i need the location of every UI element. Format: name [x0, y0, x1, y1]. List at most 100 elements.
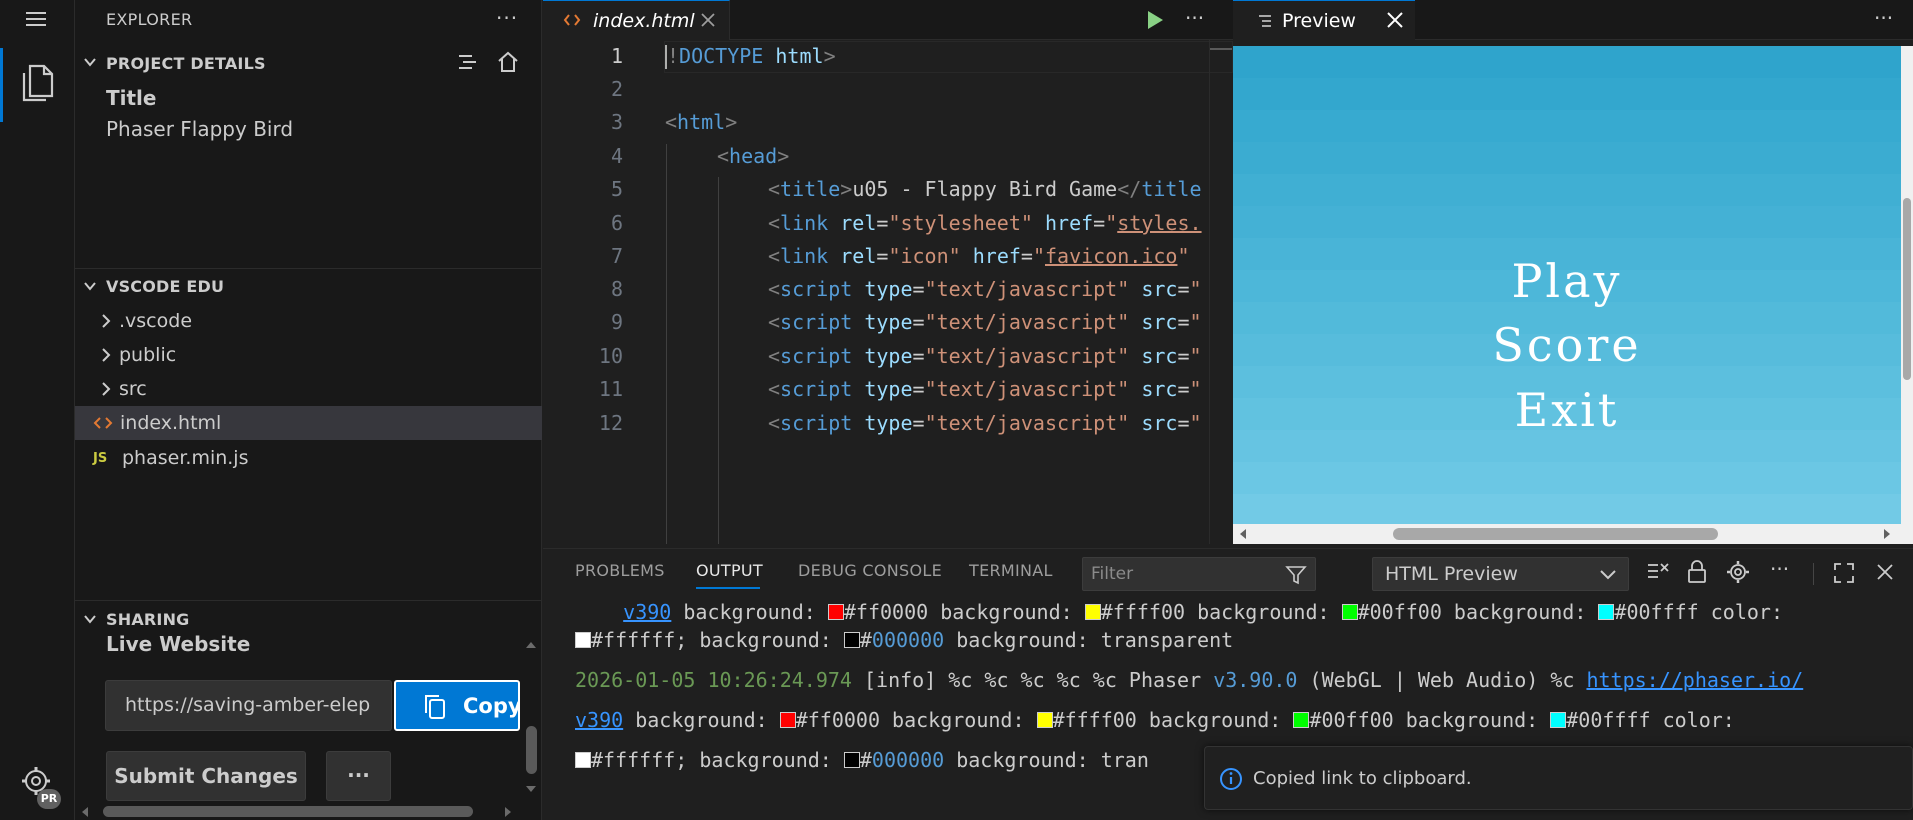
vscode-edu-heading[interactable]: VSCODE EDU	[106, 277, 224, 296]
account-badge[interactable]: PR	[37, 789, 61, 809]
preview-vscrollbar-thumb[interactable]	[1903, 198, 1911, 380]
tree-item-index-html[interactable]: index.html	[75, 406, 542, 440]
chevron-right-icon	[99, 381, 113, 397]
sidebar-hscrollbar-thumb[interactable]	[103, 806, 473, 817]
line-number: 9	[610, 310, 623, 334]
submit-changes-button[interactable]: Submit Changes	[106, 751, 306, 801]
line-number: 1	[610, 44, 623, 68]
tab-close-icon[interactable]	[1386, 11, 1404, 29]
game-canvas[interactable]: Play Score Exit	[1233, 46, 1901, 524]
section-divider	[75, 268, 542, 269]
maximize-panel-icon[interactable]	[1833, 562, 1855, 584]
sidebar-scroll-left-icon[interactable]	[80, 806, 90, 818]
copy-icon	[423, 693, 447, 721]
sidebar-scrollbar-thumb[interactable]	[526, 726, 537, 774]
home-icon[interactable]	[496, 50, 520, 74]
filter-input[interactable]: Filter	[1082, 557, 1316, 591]
preview-scroll-right-icon[interactable]	[1882, 528, 1892, 540]
phaser-link[interactable]: https://phaser.io/	[1586, 668, 1803, 692]
menu-icon[interactable]	[24, 9, 48, 29]
sharing-more-button[interactable]: ···	[326, 751, 391, 801]
sky-stripe	[1233, 46, 1901, 78]
section-divider	[75, 600, 542, 601]
sky-stripe	[1233, 78, 1901, 110]
code-editor[interactable]: 1 2 3 4 5 6 7 8 9 10 11 12 !DOCTYPE html…	[543, 40, 1233, 544]
line-number: 7	[610, 244, 623, 268]
color-swatch	[1036, 712, 1053, 728]
notification-toast[interactable]: Copied link to clipboard.	[1204, 746, 1913, 810]
sidebar-scroll-up-icon[interactable]	[524, 640, 538, 650]
tree-item-phaser-js[interactable]: JS phaser.min.js	[75, 441, 542, 475]
menu-play[interactable]: Play	[1233, 254, 1901, 308]
sidebar-scroll-right-icon[interactable]	[503, 806, 513, 818]
sidebar-scroll-down-icon[interactable]	[524, 784, 538, 794]
color-swatch	[1341, 604, 1358, 620]
tree-item-public[interactable]: public	[75, 338, 542, 372]
tab-index-html[interactable]: index.html	[543, 0, 730, 40]
panel-tab-output[interactable]: OUTPUT	[696, 561, 763, 580]
notification-message: Copied link to clipboard.	[1253, 768, 1472, 789]
lock-icon[interactable]	[1687, 560, 1707, 584]
color-swatch	[827, 604, 844, 620]
project-details-heading[interactable]: PROJECT DETAILS	[106, 54, 266, 73]
tree-item-src[interactable]: src	[75, 372, 542, 406]
editor-more-button[interactable]: ···	[1185, 6, 1204, 30]
panel-tab-problems[interactable]: PROBLEMS	[575, 561, 665, 580]
menu-exit[interactable]: Exit	[1233, 383, 1901, 437]
sky-stripe	[1233, 142, 1901, 174]
tab-preview[interactable]: Preview	[1233, 0, 1415, 40]
chevron-right-icon	[99, 313, 113, 329]
sky-stripe	[1233, 494, 1901, 524]
explorer-files-icon[interactable]	[19, 62, 55, 104]
sidebar-title: EXPLORER	[106, 10, 193, 29]
run-icon[interactable]	[1145, 9, 1165, 31]
sharing-chevron-icon[interactable]	[82, 611, 98, 627]
sky-stripe	[1233, 110, 1901, 142]
chevron-right-icon	[99, 347, 113, 363]
output-line: #ffffff; background: #000000 background:…	[575, 628, 1233, 652]
tree-item-vscode[interactable]: .vscode	[75, 304, 542, 338]
color-swatch	[779, 712, 796, 728]
live-url-field[interactable]: https://saving-amber-elep	[105, 680, 392, 731]
panel-tab-debug-console[interactable]: DEBUG CONSOLE	[798, 561, 942, 580]
preview-hscrollbar-thumb[interactable]	[1393, 528, 1718, 540]
color-swatch	[843, 632, 860, 648]
color-swatch	[575, 632, 591, 648]
info-icon	[1219, 767, 1243, 791]
output-line: 2026-01-05 10:26:24.974 [info] %c %c %c …	[575, 668, 1804, 692]
sidebar-more-button[interactable]: ···	[496, 6, 518, 30]
editor-scrollbar[interactable]	[1209, 40, 1233, 544]
color-swatch	[1550, 712, 1567, 728]
code-line: <script type="text/javascript" src="	[768, 310, 1202, 334]
line-number: 5	[610, 177, 623, 201]
panel-more-button[interactable]: ···	[1770, 557, 1789, 581]
tree-item-label: phaser.min.js	[122, 447, 249, 469]
code-line: !DOCTYPE html>	[667, 44, 836, 68]
code-line: <link rel="icon" href="favicon.ico"	[768, 244, 1190, 268]
sharing-heading[interactable]: SHARING	[106, 610, 190, 629]
output-channel-select[interactable]: HTML Preview	[1372, 557, 1629, 591]
settings-icon[interactable]	[1726, 560, 1750, 584]
line-number: 6	[610, 211, 623, 235]
copy-button[interactable]: Copy	[394, 680, 520, 731]
list-icon[interactable]	[456, 50, 480, 74]
phaser-link[interactable]: v390	[575, 708, 623, 732]
clear-output-icon[interactable]	[1646, 561, 1670, 583]
code-line: <script type="text/javascript" src="	[768, 277, 1202, 301]
panel-tab-terminal[interactable]: TERMINAL	[969, 561, 1053, 580]
sky-stripe	[1233, 462, 1901, 494]
preview-more-button[interactable]: ···	[1874, 6, 1893, 30]
tree-item-label: index.html	[120, 412, 222, 434]
line-number: 2	[610, 77, 623, 101]
tab-close-icon[interactable]	[700, 12, 716, 28]
filter-icon	[1285, 564, 1307, 586]
vscode-edu-chevron-icon[interactable]	[82, 278, 98, 294]
project-details-chevron-icon[interactable]	[82, 54, 98, 70]
close-panel-icon[interactable]	[1876, 563, 1894, 581]
color-swatch	[843, 752, 860, 768]
copy-label: Copy	[463, 694, 520, 718]
preview-icon	[1257, 13, 1273, 29]
code-line: <script type="text/javascript" src="	[768, 344, 1202, 368]
preview-scroll-left-icon[interactable]	[1238, 528, 1248, 540]
menu-score[interactable]: Score	[1233, 318, 1901, 372]
